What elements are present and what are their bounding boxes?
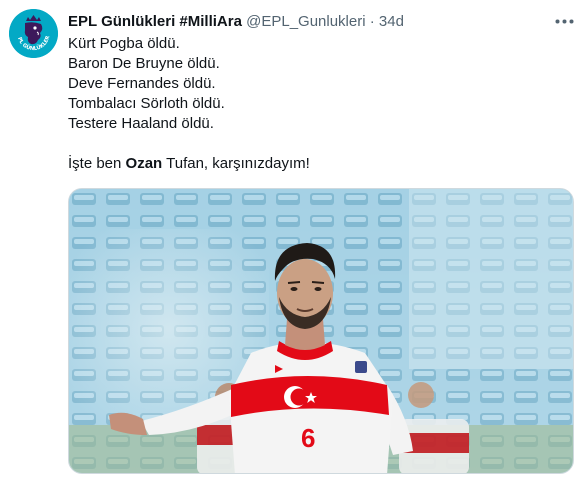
- tweet-photo[interactable]: 6: [68, 188, 574, 474]
- tweet-text: Kürt Pogba öldü. Baron De Bruyne öldü. D…: [68, 34, 568, 174]
- lion-logo-icon: EPL GÜNLÜKLERİ: [9, 9, 58, 58]
- tweet-final-line: İşte ben Ozan Tufan, karşınızdayım!: [68, 154, 568, 174]
- tweet-header: EPL Günlükleri #MilliAra @EPL_Gunlukleri…: [68, 12, 548, 32]
- tweet-line: Testere Haaland öldü.: [68, 115, 214, 132]
- display-name[interactable]: EPL Günlükleri #MilliAra: [68, 13, 242, 30]
- tweet-line: Tombalacı Sörloth öldü.: [68, 95, 225, 112]
- separator-dot: ·: [369, 13, 375, 30]
- more-options-icon: [555, 19, 573, 23]
- jersey-number: 6: [301, 423, 315, 453]
- player-photo: 6: [69, 189, 573, 473]
- final-suffix: Tufan, karşınızdayım!: [162, 155, 310, 172]
- final-bold-name: Ozan: [125, 155, 163, 172]
- more-options-button[interactable]: [549, 9, 579, 33]
- timestamp[interactable]: 34d: [379, 13, 404, 30]
- tweet-line: Kürt Pogba öldü.: [68, 35, 180, 52]
- final-prefix: İşte ben: [68, 155, 126, 172]
- avatar[interactable]: EPL GÜNLÜKLERİ: [9, 9, 58, 58]
- tweet-line: Deve Fernandes öldü.: [68, 75, 216, 92]
- tweet-line: Baron De Bruyne öldü.: [68, 55, 220, 72]
- handle[interactable]: @EPL_Gunlukleri: [246, 13, 365, 30]
